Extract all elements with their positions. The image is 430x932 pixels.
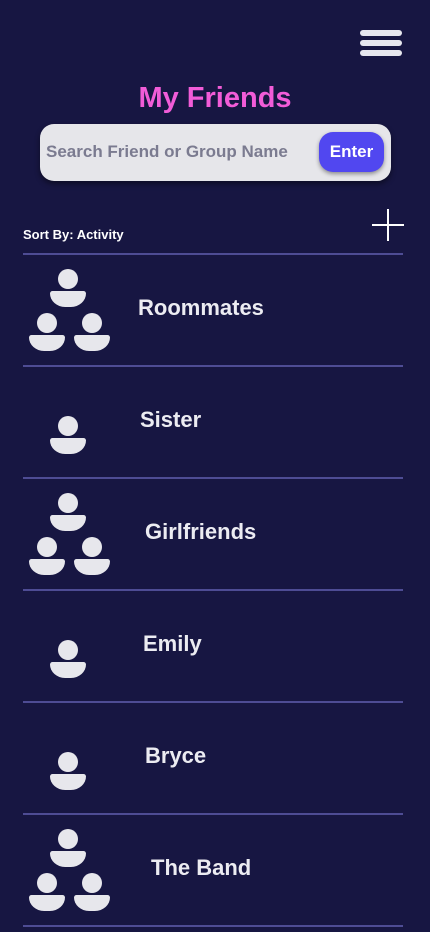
enter-button[interactable]: Enter — [319, 132, 384, 172]
group-icon — [23, 255, 123, 365]
person-body-shape — [74, 559, 110, 575]
person-body-shape — [50, 774, 86, 790]
group-icon — [23, 815, 123, 925]
person-head-shape — [58, 640, 78, 660]
person-head-shape — [82, 313, 102, 333]
person-head-shape — [82, 537, 102, 557]
menu-button[interactable] — [360, 30, 402, 56]
plus-icon[interactable] — [372, 209, 404, 241]
person-body-shape — [50, 662, 86, 678]
person-head-shape — [58, 493, 78, 513]
friend-name: Roommates — [138, 295, 264, 320]
hamburger-menu-icon-bar — [360, 50, 402, 56]
person-head-shape — [58, 269, 78, 289]
person-body-shape — [74, 895, 110, 911]
person-icon — [23, 703, 123, 813]
list-item[interactable]: Girlfriends — [23, 479, 403, 589]
friend-name: Bryce — [145, 743, 207, 768]
friend-name: The Band — [151, 855, 252, 880]
hamburger-menu-icon — [360, 30, 402, 36]
friend-name: Sister — [140, 407, 202, 432]
list-item[interactable]: The Band — [23, 815, 403, 925]
sort-by-label[interactable]: Sort By: Activity — [23, 227, 124, 242]
person-icon — [23, 591, 123, 701]
list-item[interactable]: Bryce — [23, 703, 403, 813]
hamburger-menu-icon-bar — [360, 40, 402, 46]
person-icon — [23, 367, 123, 477]
friend-name: Emily — [143, 631, 202, 656]
friend-name: Girlfriends — [145, 519, 257, 544]
search-bar: Enter — [40, 124, 391, 181]
person-head-shape — [82, 873, 102, 893]
page-title: My Friends — [138, 82, 292, 114]
list-divider — [23, 925, 403, 927]
person-body-shape — [74, 335, 110, 351]
person-body-shape — [29, 559, 65, 575]
person-body-shape — [50, 291, 86, 307]
person-head-shape — [37, 873, 57, 893]
group-icon — [23, 479, 123, 589]
search-input[interactable] — [46, 134, 308, 170]
person-body-shape — [29, 335, 65, 351]
person-body-shape — [50, 851, 86, 867]
person-head-shape — [58, 829, 78, 849]
person-head-shape — [58, 416, 78, 436]
person-head-shape — [58, 752, 78, 772]
person-head-shape — [37, 537, 57, 557]
list-item[interactable]: Roommates — [23, 255, 403, 365]
list-item[interactable]: Emily — [23, 591, 403, 701]
list-item[interactable]: Sister — [23, 367, 403, 477]
person-head-shape — [37, 313, 57, 333]
person-body-shape — [50, 515, 86, 531]
person-body-shape — [29, 895, 65, 911]
person-body-shape — [50, 438, 86, 454]
